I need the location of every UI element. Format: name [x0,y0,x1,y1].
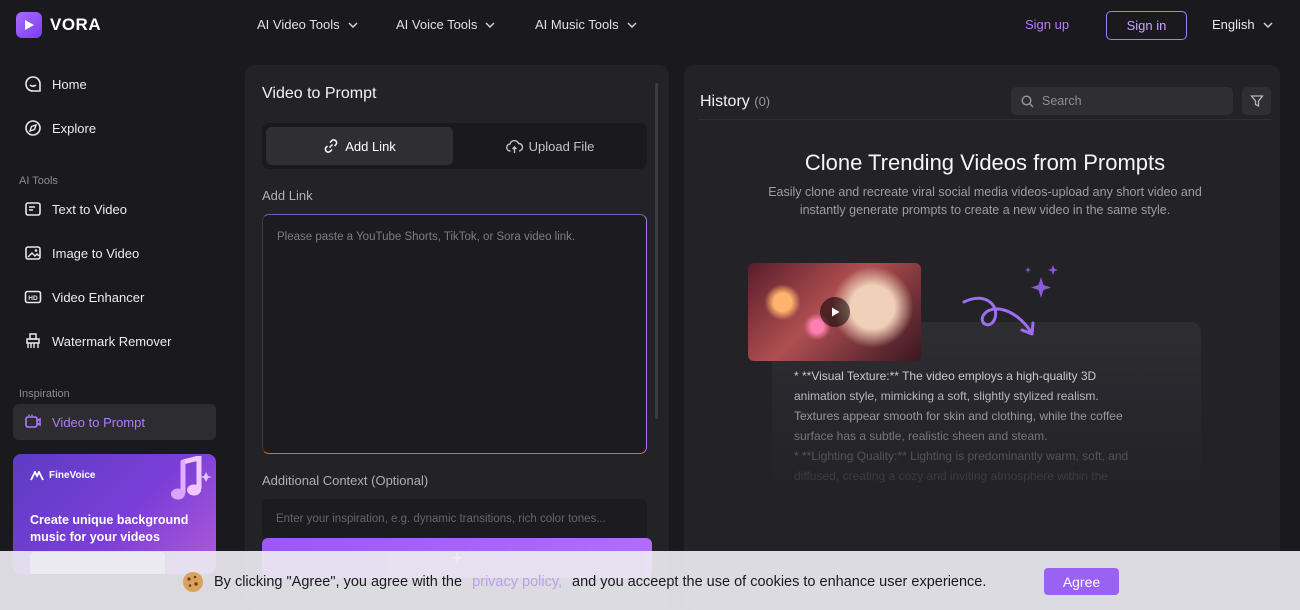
history-panel: History (0) Search Clone Trending Videos… [684,65,1280,610]
language-label: English [1212,17,1255,32]
home-icon [25,76,41,92]
promo-brand-name: FineVoice [49,470,96,481]
nav-ai-music-tools-label: AI Music Tools [535,17,619,32]
sidebar-item-label: Home [52,76,87,92]
prompt-line: animation style, mimicking a soft, sligh… [794,389,1099,403]
sidebar-item-explore[interactable]: Explore [13,110,216,146]
link-icon [324,139,338,153]
image-video-icon [25,246,41,260]
cookie-text-after: and you acceept the use of cookies to en… [572,574,987,590]
sidebar-item-video-enhancer[interactable]: HD Video Enhancer [13,279,216,315]
eraser-icon [26,333,40,348]
sidebar-item-label: Watermark Remover [52,333,172,349]
text-video-icon [25,202,41,216]
promo-text: Create unique background music for your … [30,513,189,544]
sidebar-item-image-to-video[interactable]: Image to Video [13,235,216,271]
history-title-text: History [700,93,750,110]
language-selector[interactable]: English [1212,17,1273,32]
video-link-input[interactable]: Please paste a YouTube Shorts, TikTok, o… [262,214,647,454]
panel-scrollbar[interactable] [655,83,658,419]
additional-context-placeholder: Enter your inspiration, e.g. dynamic tra… [276,513,606,525]
sidebar-item-label: Video to Prompt [52,414,145,430]
sidebar-item-video-to-prompt[interactable]: Video to Prompt [13,404,216,440]
sidebar: Home Explore AI Tools Text to Video Imag… [0,52,230,610]
cookie-text-before: By clicking "Agree", you agree with the [214,574,463,590]
filter-button[interactable] [1242,87,1271,115]
sign-in-button[interactable]: Sign in [1106,11,1187,40]
video-to-prompt-panel: Video to Prompt Add Link Upload File Add… [245,65,669,610]
tab-upload-file[interactable]: Upload File [457,127,643,165]
chevron-down-icon [1263,21,1273,28]
cloud-upload-icon [505,139,523,153]
search-icon [1021,94,1034,107]
nav-ai-music-tools[interactable]: AI Music Tools [535,17,637,32]
agree-button[interactable]: Agree [1044,568,1119,595]
brand-name: VORA [50,15,102,34]
add-link-label: Add Link [262,188,313,203]
sidebar-item-text-to-video[interactable]: Text to Video [13,191,216,227]
top-navigation: VORA AI Video Tools AI Voice Tools AI Mu… [0,0,1300,52]
sidebar-item-label: Explore [52,120,97,136]
history-title: History (0) [700,93,770,111]
chevron-down-icon [348,21,358,28]
prompt-line: Textures appear smooth for skin and clot… [794,409,1123,423]
tab-label: Add Link [345,138,396,154]
finevoice-logo-icon [30,470,44,480]
sidebar-item-home[interactable]: Home [13,66,216,102]
cookie-consent-banner: By clicking "Agree", you agree with the … [0,551,1300,610]
sidebar-item-label: Video Enhancer [52,289,145,305]
history-count: (0) [754,94,771,109]
brand-logo[interactable]: VORA [16,12,101,38]
nav-ai-video-tools-label: AI Video Tools [257,17,340,32]
source-tabs: Add Link Upload File [262,123,647,169]
search-placeholder: Search [1042,94,1082,108]
section-ai-tools: AI Tools [19,175,58,187]
nav-ai-video-tools[interactable]: AI Video Tools [257,17,358,32]
tab-add-link[interactable]: Add Link [266,127,453,165]
example-prompt-text: * **Visual Texture:** The video employs … [794,366,1179,486]
vora-logo-icon [16,12,42,38]
additional-context-label: Additional Context (Optional) [262,473,429,488]
hd-icon: HD [24,290,42,304]
chevron-down-icon [627,21,637,28]
nav-ai-voice-tools-label: AI Voice Tools [396,17,478,32]
privacy-policy-link[interactable]: privacy policy, [472,574,562,590]
sidebar-item-label: Text to Video [52,201,127,217]
chevron-down-icon [485,21,495,28]
hero-description: Easily clone and recreate viral social m… [768,185,1202,217]
prompt-line: * **Visual Texture:** The video employs … [794,369,1097,383]
prompt-line: * **Lighting Quality:** Lighting is pred… [794,449,1129,463]
filter-icon [1249,95,1264,108]
prompt-line: diffused, creating a cozy and inviting a… [794,469,1108,483]
music-note-icon [171,456,212,500]
page-title: Video to Prompt [262,85,377,102]
compass-icon [25,120,41,136]
play-icon[interactable] [820,297,850,327]
finevoice-brand: FineVoice [30,470,96,481]
video-link-placeholder: Please paste a YouTube Shorts, TikTok, o… [277,231,576,243]
nav-ai-voice-tools[interactable]: AI Voice Tools [396,17,495,32]
hero-title: Clone Trending Videos from Prompts [804,150,1166,175]
history-search-input[interactable]: Search [1011,87,1233,115]
additional-context-input[interactable]: Enter your inspiration, e.g. dynamic tra… [262,499,647,539]
cookie-message: By clicking "Agree", you agree with the … [182,571,986,593]
svg-text:HD: HD [28,295,38,302]
section-inspiration: Inspiration [19,388,70,400]
tab-label: Upload File [528,138,595,154]
sparkle-icon [1025,265,1058,298]
cookie-icon [183,572,203,592]
sidebar-item-label: Image to Video [52,245,140,261]
video-prompt-icon [25,414,41,428]
example-video-thumbnail[interactable] [748,263,921,361]
sign-up-link[interactable]: Sign up [1025,17,1069,32]
divider [698,119,1272,120]
prompt-line: surface has a subtle, realistic sheen an… [794,429,1048,443]
sidebar-item-watermark-remover[interactable]: Watermark Remover [13,323,216,359]
